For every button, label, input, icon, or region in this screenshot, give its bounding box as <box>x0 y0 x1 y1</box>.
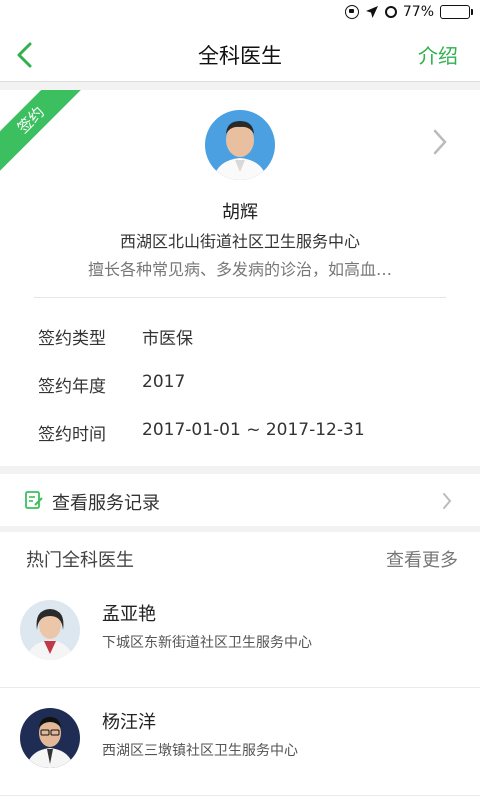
status-icons: 77% <box>344 4 473 20</box>
avatar <box>20 600 80 660</box>
contract-period-row: 签约时间 2017-01-01 ~ 2017-12-31 <box>38 420 365 445</box>
intro-button[interactable]: 介绍 <box>418 40 458 69</box>
doctor-avatar <box>205 110 275 180</box>
hot-doctors-section: 热门全科医生 查看更多 孟亚艳 下城区东新街道社区卫生服务中心 杨汪洋 西湖区三… <box>0 532 480 800</box>
contract-year-row: 签约年度 2017 <box>38 372 185 397</box>
page-title: 全科医生 <box>198 44 282 68</box>
alarm-icon <box>384 6 397 18</box>
rotation-lock-icon <box>344 5 359 19</box>
doctor-specialty: 擅长各种常见病、多发病的诊治，如高血… <box>87 260 392 279</box>
location-icon <box>365 6 378 18</box>
avatar <box>20 708 80 768</box>
divider <box>0 687 480 688</box>
divider <box>0 795 480 796</box>
signed-badge: 签约 <box>0 90 87 176</box>
contract-year-label: 签约年度 <box>38 377 106 397</box>
doctor-item-organization: 下城区东新街道社区卫生服务中心 <box>102 635 312 651</box>
divider <box>34 297 446 298</box>
battery-percent: 77% <box>402 4 434 20</box>
contract-type-label: 签约类型 <box>38 329 106 349</box>
edit-record-icon <box>25 491 43 509</box>
doctor-name: 胡辉 <box>222 202 258 223</box>
status-bar: 77% <box>0 0 480 28</box>
list-item[interactable]: 杨汪洋 西湖区三墩镇社区卫生服务中心 <box>0 694 480 798</box>
list-item[interactable]: 孟亚艳 下城区东新街道社区卫生服务中心 <box>0 586 480 690</box>
doctor-item-name: 杨汪洋 <box>102 712 156 733</box>
contract-type-value: 市医保 <box>142 329 193 349</box>
chevron-right-icon <box>443 493 452 509</box>
doctor-organization: 西湖区北山街道社区卫生服务中心 <box>119 232 360 251</box>
service-record-label: 查看服务记录 <box>52 493 160 514</box>
doctor-item-organization: 西湖区三墩镇社区卫生服务中心 <box>102 743 298 759</box>
hot-doctors-title: 热门全科医生 <box>26 550 134 571</box>
chevron-right-icon[interactable] <box>432 128 448 156</box>
contract-period-label: 签约时间 <box>38 425 106 445</box>
battery-icon <box>440 5 473 19</box>
doctor-item-name: 孟亚艳 <box>102 604 156 625</box>
contract-year-value: 2017 <box>142 372 186 392</box>
contract-period-value: 2017-01-01 ~ 2017-12-31 <box>142 420 365 440</box>
contract-type-row: 签约类型 市医保 <box>38 324 193 349</box>
service-record-row[interactable]: 查看服务记录 <box>0 474 480 526</box>
navigation-bar: 全科医生 介绍 <box>0 28 480 82</box>
view-more-link[interactable]: 查看更多 <box>386 546 458 572</box>
doctor-card[interactable]: 签约 胡辉 西湖区北山街道社区卫生服务中心 擅长各种常见病、多发病的诊治，如高血… <box>0 90 480 466</box>
